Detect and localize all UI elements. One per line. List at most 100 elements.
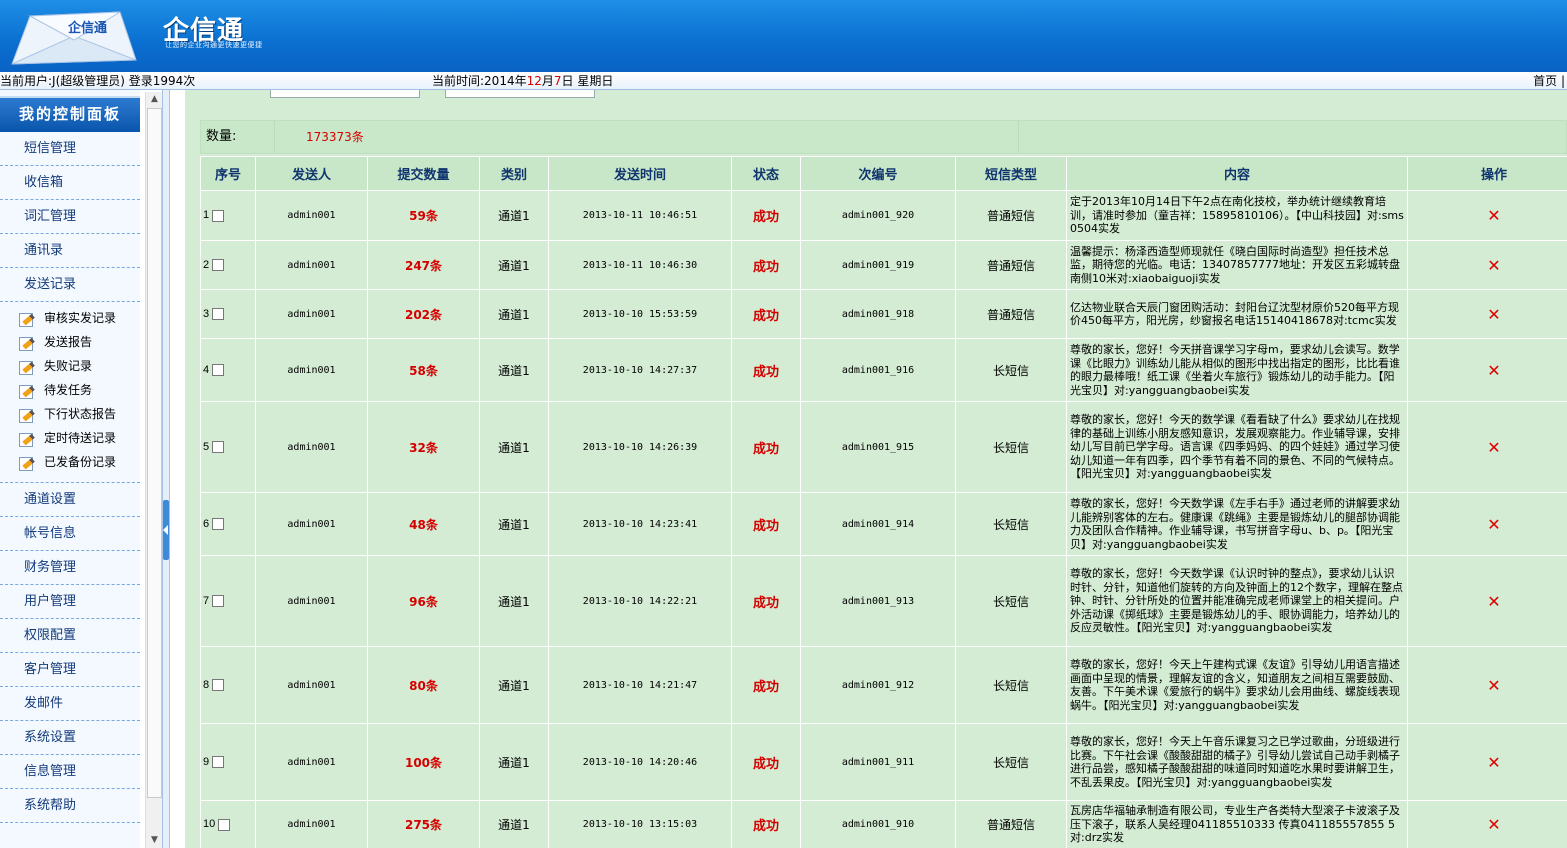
row-batch-no: admin001_912 xyxy=(800,646,956,724)
delete-x-icon[interactable]: ✕ xyxy=(1487,361,1500,380)
row-sender: admin001 xyxy=(255,289,368,339)
submenu-item-0[interactable]: 审核实发记录 xyxy=(18,306,140,330)
row-sender: admin001 xyxy=(255,190,368,241)
filter-row-cut xyxy=(185,90,1567,98)
sidebar-item-2[interactable]: 词汇管理 xyxy=(0,200,140,234)
send-records-table: 序号 发送人 提交数量 类别 发送时间 状态 次编号 短信类型 内容 操作 1 admin001 59… xyxy=(200,156,1567,848)
filter-input-2[interactable] xyxy=(445,90,595,98)
scroll-down-icon[interactable]: ▼ xyxy=(146,833,163,848)
row-content: 亿达物业联合天辰门窗团购活动：封阳台辽沈型材原价520每平方现价450每平方，阳… xyxy=(1066,289,1408,339)
table-body: 1 admin001 59条 通道1 2013-10-11 10:46:51 成功 admi… xyxy=(200,190,1567,848)
submenu-item-5[interactable]: 定时待送记录 xyxy=(18,426,140,450)
table-row: 8 admin001 80条 通道1 2013-10-10 14:21:47 成功 admi… xyxy=(200,646,1567,724)
row-checkbox[interactable] xyxy=(212,595,225,608)
delete-x-icon[interactable]: ✕ xyxy=(1487,815,1500,834)
row-checkbox[interactable] xyxy=(212,364,225,377)
row-checkbox[interactable] xyxy=(212,441,225,454)
time-month: 12 xyxy=(526,74,542,88)
row-checkbox[interactable] xyxy=(212,308,225,321)
row-sms-type: 普通短信 xyxy=(955,240,1067,290)
row-batch-no: admin001_916 xyxy=(800,338,956,402)
sidebar-bottom-item-2[interactable]: 财务管理 xyxy=(0,551,140,585)
scrollbar-thumb[interactable] xyxy=(147,108,162,798)
submenu-item-3[interactable]: 待发任务 xyxy=(18,378,140,402)
row-checkbox[interactable] xyxy=(212,259,225,272)
row-actions: ✕ xyxy=(1407,800,1567,848)
sidebar-bottom-item-0[interactable]: 通道设置 xyxy=(0,483,140,517)
table-row: 4 admin001 58条 通道1 2013-10-10 14:27:37 成功 admi… xyxy=(200,338,1567,402)
row-batch-no: admin001_919 xyxy=(800,240,956,290)
pencil-note-icon xyxy=(18,309,38,327)
sidebar-bottom-item-4[interactable]: 权限配置 xyxy=(0,619,140,653)
row-checkbox[interactable] xyxy=(212,518,225,531)
delete-x-icon[interactable]: ✕ xyxy=(1487,676,1500,695)
current-time: 当前时间:2014年12月7日 星期日 xyxy=(432,72,613,90)
sidebar-bottom-item-5[interactable]: 客户管理 xyxy=(0,653,140,687)
row-status: 成功 xyxy=(731,646,801,724)
sidebar-bottom-item-9[interactable]: 系统帮助 xyxy=(0,789,140,823)
row-actions: ✕ xyxy=(1407,492,1567,556)
row-send-time: 2013-10-11 10:46:30 xyxy=(548,240,732,290)
row-status: 成功 xyxy=(731,492,801,556)
submenu-item-2[interactable]: 失败记录 xyxy=(18,354,140,378)
delete-x-icon[interactable]: ✕ xyxy=(1487,305,1500,324)
row-seq-cell: 7 xyxy=(200,555,256,647)
row-seq-cell: 6 xyxy=(200,492,256,556)
row-send-time: 2013-10-10 15:53:59 xyxy=(548,289,732,339)
row-seq-cell: 9 xyxy=(200,723,256,801)
row-actions: ✕ xyxy=(1407,190,1567,241)
row-status: 成功 xyxy=(731,289,801,339)
pencil-note-icon xyxy=(18,381,38,399)
sidebar-top-menu: 短信管理 收信箱 词汇管理 通讯录 发送记录 xyxy=(0,132,140,302)
count-divider xyxy=(274,121,275,153)
sidebar-bottom-item-1[interactable]: 帐号信息 xyxy=(0,517,140,551)
delete-x-icon[interactable]: ✕ xyxy=(1487,438,1500,457)
row-category: 通道1 xyxy=(479,800,549,848)
row-sms-type: 长短信 xyxy=(955,723,1067,801)
sidebar-splitter[interactable] xyxy=(162,90,170,848)
column-header-4: 发送时间 xyxy=(548,156,732,191)
row-checkbox[interactable] xyxy=(218,818,231,831)
submenu-item-6[interactable]: 已发备份记录 xyxy=(18,450,140,474)
row-content: 尊敬的家长，您好！今天数学课《认识时钟的整点》，要求幼儿认识时针、分针，知道他们… xyxy=(1066,555,1408,647)
row-count: 59条 xyxy=(367,190,480,241)
submenu-item-4[interactable]: 下行状态报告 xyxy=(18,402,140,426)
row-checkbox[interactable] xyxy=(212,756,225,769)
row-category: 通道1 xyxy=(479,338,549,402)
row-send-time: 2013-10-10 14:20:46 xyxy=(548,723,732,801)
row-count: 48条 xyxy=(367,492,480,556)
delete-x-icon[interactable]: ✕ xyxy=(1487,753,1500,772)
time-year: 2014年 xyxy=(484,74,527,88)
count-label: 数量: xyxy=(206,129,237,144)
time-day-unit: 日 xyxy=(561,74,574,88)
row-seq-cell: 4 xyxy=(200,338,256,402)
row-sender: admin001 xyxy=(255,646,368,724)
sidebar-item-3[interactable]: 通讯录 xyxy=(0,234,140,268)
delete-x-icon[interactable]: ✕ xyxy=(1487,592,1500,611)
sidebar-bottom-item-6[interactable]: 发邮件 xyxy=(0,687,140,721)
row-batch-no: admin001_914 xyxy=(800,492,956,556)
row-checkbox[interactable] xyxy=(212,209,225,222)
row-checkbox[interactable] xyxy=(212,679,225,692)
delete-x-icon[interactable]: ✕ xyxy=(1487,256,1500,275)
table-row: 5 admin001 32条 通道1 2013-10-10 14:26:39 成功 admi… xyxy=(200,401,1567,493)
row-category: 通道1 xyxy=(479,646,549,724)
sidebar-item-4[interactable]: 发送记录 xyxy=(0,268,140,302)
home-link[interactable]: 首页 | xyxy=(1533,72,1565,90)
row-content: 定于2013年10月14日下午2点在南化技校，举办统计继续教育培训，请准时参加（… xyxy=(1066,190,1408,241)
sidebar-scrollbar[interactable]: ▲ ▼ xyxy=(145,92,162,848)
sidebar-item-1[interactable]: 收信箱 xyxy=(0,166,140,200)
sidebar-bottom-item-7[interactable]: 系统设置 xyxy=(0,721,140,755)
row-seq-cell: 5 xyxy=(200,401,256,493)
submenu-item-1[interactable]: 发送报告 xyxy=(18,330,140,354)
delete-x-icon[interactable]: ✕ xyxy=(1487,515,1500,534)
row-category: 通道1 xyxy=(479,240,549,290)
sidebar-bottom-item-3[interactable]: 用户管理 xyxy=(0,585,140,619)
sidebar-bottom-item-8[interactable]: 信息管理 xyxy=(0,755,140,789)
scroll-up-icon[interactable]: ▲ xyxy=(146,92,163,107)
delete-x-icon[interactable]: ✕ xyxy=(1487,206,1500,225)
filter-input-1[interactable] xyxy=(270,90,420,98)
sidebar-item-0[interactable]: 短信管理 xyxy=(0,132,140,166)
column-header-6: 次编号 xyxy=(800,156,956,191)
collapse-sidebar-icon[interactable] xyxy=(163,500,169,560)
